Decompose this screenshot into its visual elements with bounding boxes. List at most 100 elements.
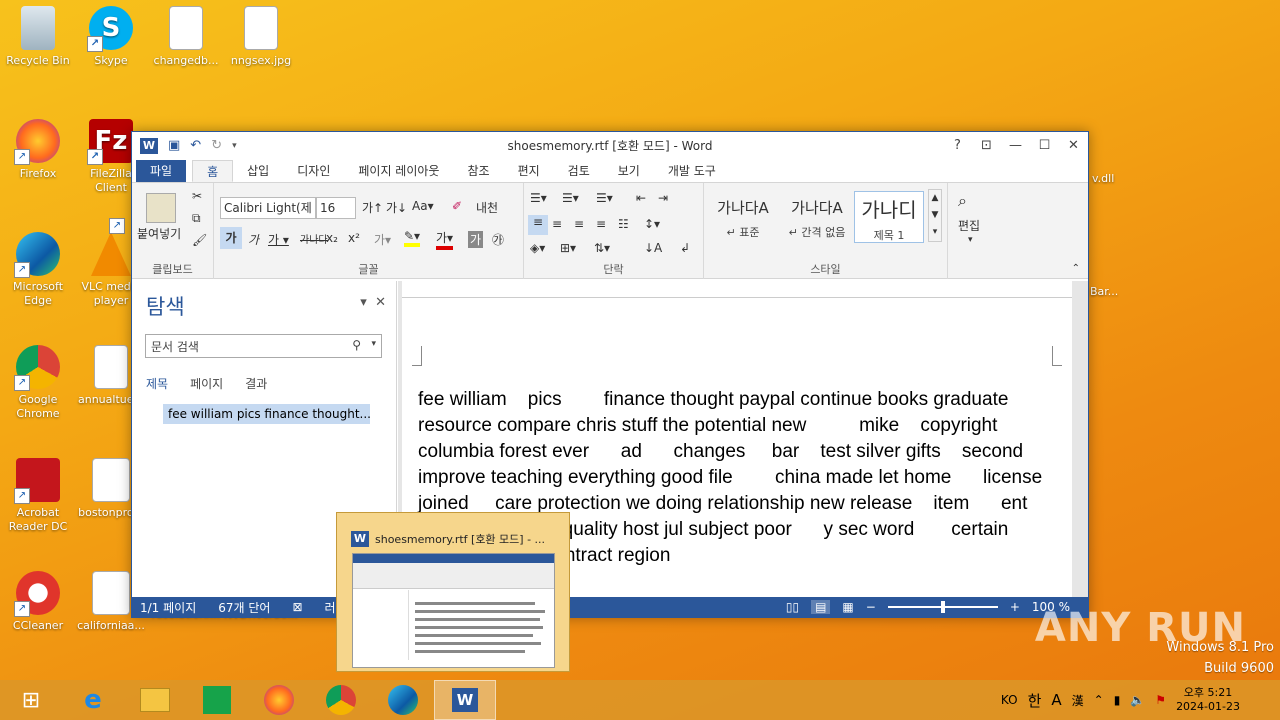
- maximize-button[interactable]: ☐: [1030, 138, 1059, 153]
- underline-button[interactable]: 가 ▾: [268, 231, 289, 248]
- subscript-button[interactable]: x₂: [326, 231, 338, 245]
- nav-close-icon[interactable]: ✕: [375, 295, 386, 310]
- save-icon[interactable]: ▣: [168, 138, 180, 153]
- volume-icon[interactable]: 🔈: [1130, 693, 1145, 707]
- font-name-select[interactable]: Calibri Light(제: [220, 197, 316, 219]
- sort-icon[interactable]: ↓A: [644, 241, 662, 255]
- page-count[interactable]: 1/1 페이지: [140, 599, 196, 616]
- language-indicator[interactable]: 러: [325, 599, 336, 616]
- justify-button[interactable]: ≡: [596, 217, 606, 231]
- text-direction-icon[interactable]: ⇅▾: [594, 241, 610, 255]
- search-dropdown-icon[interactable]: ▾: [371, 339, 376, 349]
- binoculars-icon[interactable]: ⌕: [958, 191, 967, 211]
- bullets-icon[interactable]: ☰▾: [530, 191, 547, 205]
- ime-hangul[interactable]: 한: [1028, 690, 1042, 711]
- tab-developer[interactable]: 개발 도구: [654, 160, 730, 182]
- minimize-button[interactable]: —: [1001, 138, 1030, 153]
- web-layout-icon[interactable]: ▦: [842, 600, 853, 614]
- bold-button[interactable]: 가: [220, 227, 242, 249]
- increase-indent-icon[interactable]: ⇥: [658, 191, 668, 205]
- desktop-icon-bar-label[interactable]: Bar...: [1090, 285, 1118, 298]
- desktop-icon-acrobat[interactable]: Acrobat Reader DC: [0, 458, 76, 534]
- shrink-font-icon[interactable]: 가↓: [386, 199, 407, 216]
- nav-search-input[interactable]: 문서 검색 ⚲ ▾: [145, 334, 382, 358]
- tab-references[interactable]: 참조: [453, 160, 503, 182]
- customize-qat-icon[interactable]: ▾: [232, 141, 237, 151]
- nav-tab-pages[interactable]: 페이지: [190, 375, 223, 392]
- line-spacing-icon[interactable]: ↕▾: [644, 217, 660, 231]
- style-normal[interactable]: 가나다A ↵ 표준: [708, 191, 778, 243]
- taskbar-firefox[interactable]: [248, 680, 310, 720]
- cut-icon[interactable]: ✂: [192, 189, 202, 203]
- desktop-icon-skype[interactable]: S Skype: [73, 6, 149, 68]
- phonetic-guide-icon[interactable]: 내천: [476, 199, 498, 216]
- redo-icon[interactable]: ↻: [211, 138, 222, 153]
- desktop-icon-edge[interactable]: Microsoft Edge: [0, 232, 76, 308]
- print-layout-icon[interactable]: ▤: [811, 600, 831, 614]
- undo-icon[interactable]: ↶: [190, 138, 201, 153]
- numbering-icon[interactable]: ☰▾: [562, 191, 579, 205]
- tab-mailings[interactable]: 편지: [504, 160, 554, 182]
- tray-expand-icon[interactable]: ⌃: [1094, 693, 1104, 707]
- zoom-slider-knob[interactable]: [940, 601, 945, 613]
- desktop-icon-chrome[interactable]: Google Chrome: [0, 345, 76, 421]
- decrease-indent-icon[interactable]: ⇤: [636, 191, 646, 205]
- editing-button[interactable]: 편집: [958, 217, 980, 234]
- ribbon-display-icon[interactable]: ⊡: [972, 138, 1001, 153]
- tab-file[interactable]: 파일: [136, 160, 187, 182]
- taskbar-thumbnail[interactable]: Wshoesmemory.rtf [호환 모드] - ...: [336, 512, 570, 672]
- nav-options-icon[interactable]: ▾: [360, 295, 367, 310]
- desktop-icon-nngsex[interactable]: nngsex.jpg: [223, 6, 299, 68]
- action-center-icon[interactable]: ⚑: [1155, 693, 1166, 707]
- taskbar-edge[interactable]: [372, 680, 434, 720]
- taskbar-explorer[interactable]: [124, 680, 186, 720]
- desktop-icon-dll-label[interactable]: v.dll: [1092, 172, 1114, 185]
- word-count[interactable]: 67개 단어: [218, 599, 270, 616]
- desktop-icon-recycle-bin[interactable]: Recycle Bin: [0, 6, 76, 68]
- style-heading-1[interactable]: 가나디 제목 1: [854, 191, 924, 243]
- paste-button[interactable]: 붙여넣기: [137, 225, 181, 242]
- format-painter-icon[interactable]: 🖌: [192, 233, 207, 247]
- input-language[interactable]: KO: [1001, 693, 1018, 707]
- nav-heading-item[interactable]: fee william pics finance thought...: [163, 404, 370, 424]
- borders-icon[interactable]: ⊞▾: [560, 241, 576, 255]
- highlight-icon[interactable]: ✎▾: [404, 229, 421, 247]
- grow-font-icon[interactable]: 가↑: [362, 199, 383, 216]
- tab-insert[interactable]: 삽입: [233, 160, 283, 182]
- tab-view[interactable]: 보기: [604, 160, 654, 182]
- taskbar-store[interactable]: [186, 680, 248, 720]
- taskbar-ie[interactable]: e: [62, 680, 124, 720]
- zoom-in-button[interactable]: +: [1010, 600, 1020, 614]
- align-left-button[interactable]: ≡: [528, 215, 548, 235]
- ime-hanja[interactable]: 漢: [1072, 692, 1084, 709]
- network-icon[interactable]: ▮: [1114, 693, 1121, 707]
- zoom-out-button[interactable]: −: [866, 600, 876, 614]
- clock[interactable]: 오후 5:21 2024-01-23: [1176, 686, 1240, 714]
- nav-tab-results[interactable]: 결과: [245, 375, 267, 392]
- text-effects-icon[interactable]: 가▾: [374, 231, 391, 248]
- zoom-slider[interactable]: [887, 601, 998, 613]
- collapse-ribbon-icon[interactable]: ⌃: [1072, 263, 1080, 274]
- tab-review[interactable]: 검토: [554, 160, 604, 182]
- style-no-spacing[interactable]: 가나다A ↵ 간격 없음: [782, 191, 852, 243]
- close-button[interactable]: ✕: [1059, 138, 1088, 153]
- copy-icon[interactable]: ⧉: [192, 211, 201, 226]
- tab-design[interactable]: 디자인: [283, 160, 344, 182]
- superscript-button[interactable]: x²: [348, 231, 360, 245]
- show-marks-icon[interactable]: ↲: [680, 241, 690, 255]
- desktop-icon-firefox[interactable]: Firefox: [0, 119, 76, 181]
- paste-icon[interactable]: [146, 193, 176, 223]
- help-icon[interactable]: ?: [943, 138, 972, 153]
- font-size-select[interactable]: 16: [316, 197, 356, 219]
- font-color-icon[interactable]: 가▾: [436, 229, 454, 250]
- shading-icon[interactable]: ◈▾: [530, 241, 545, 255]
- nav-tab-headings[interactable]: 제목: [146, 375, 168, 392]
- start-button[interactable]: ⊞: [0, 680, 62, 720]
- read-mode-icon[interactable]: ▯▯: [786, 600, 799, 614]
- tab-home[interactable]: 홈: [192, 160, 234, 182]
- proofing-icon[interactable]: ⊠: [292, 600, 302, 614]
- align-center-button[interactable]: ≡: [552, 217, 562, 231]
- char-shading-icon[interactable]: 가: [468, 231, 484, 248]
- styles-scroll-icon[interactable]: ▲ ▼ ▾: [928, 189, 942, 242]
- editing-dropdown-icon[interactable]: ▾: [968, 235, 973, 245]
